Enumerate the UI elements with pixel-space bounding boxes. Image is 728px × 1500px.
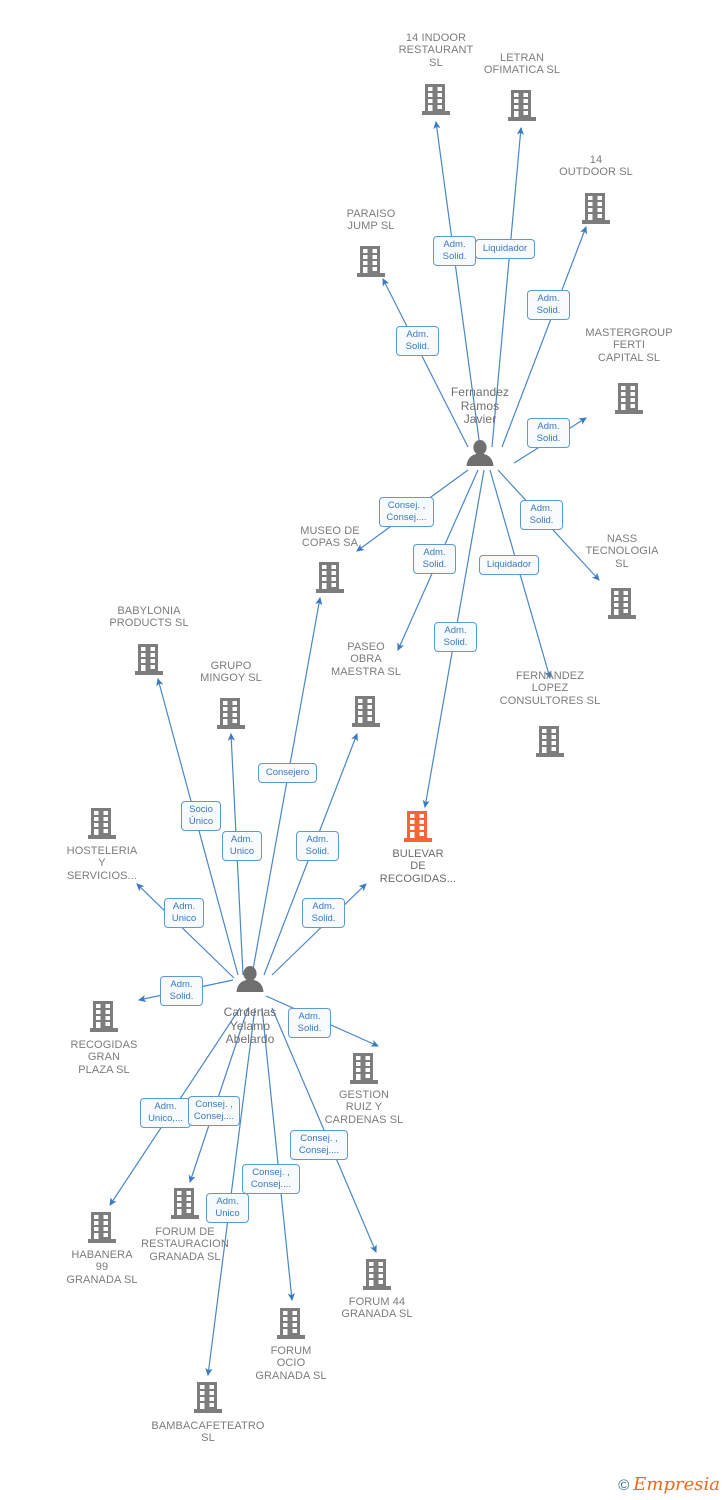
company-node[interactable]: [27, 807, 177, 841]
edge-role-label[interactable]: Adm. Solid.: [396, 326, 439, 356]
edge-role-label[interactable]: Adm. Solid.: [288, 1008, 331, 1038]
edge-role-label[interactable]: Liquidador: [475, 239, 535, 259]
node-label: HABANERA 99 GRANADA SL: [27, 1249, 177, 1286]
building-icon: [216, 1307, 366, 1341]
building-icon: [27, 1211, 177, 1245]
node-label: LETRAN OFIMATICA SL: [447, 52, 597, 77]
node-label: MUSEO DE COPAS SA: [255, 525, 405, 550]
edge-role-label[interactable]: Consej. , Consej....: [379, 497, 434, 527]
node-label-text: BULEVAR DE RECOGIDAS...: [379, 848, 457, 885]
node-label-text: GESTION RUIZ Y CARDENAS SL: [324, 1089, 404, 1126]
edge-role-label[interactable]: Liquidador: [479, 555, 539, 575]
copyright-icon: ©: [618, 1476, 630, 1494]
node-label: PASEO OBRA MAESTRA SL: [291, 641, 441, 678]
building-icon: [547, 587, 697, 621]
edge-role-label[interactable]: Consej. , Consej....: [242, 1164, 300, 1194]
node-label: BULEVAR DE RECOGIDAS...: [343, 848, 493, 885]
node-label-text: 14 OUTDOOR SL: [559, 154, 633, 179]
node-label: HOSTELERIA Y SERVICIOS...: [27, 845, 177, 882]
company-node[interactable]: [289, 1052, 439, 1086]
node-label: RECOGIDAS GRAN PLAZA SL: [29, 1039, 179, 1076]
company-node[interactable]: [343, 810, 493, 844]
edge-role-label[interactable]: Adm. Solid.: [296, 831, 339, 861]
edge-role-label[interactable]: Adm. Unico: [222, 831, 262, 861]
building-icon: [521, 192, 671, 226]
node-label-text: PARAISO JUMP SL: [346, 208, 396, 233]
node-label: NASS TECNOLOGIA SL: [547, 533, 697, 570]
company-node[interactable]: [255, 561, 405, 595]
company-node[interactable]: [291, 695, 441, 729]
building-icon: [156, 697, 306, 731]
building-icon: [289, 1052, 439, 1086]
node-label-text: FERNANDEZ LOPEZ CONSULTORES SL: [499, 670, 601, 707]
node-label-text: MUSEO DE COPAS SA: [300, 525, 360, 550]
edge-role-label[interactable]: Adm. Solid.: [527, 418, 570, 448]
edge-role-label[interactable]: Adm. Solid.: [302, 898, 345, 928]
building-icon: [447, 89, 597, 123]
node-label: 14 OUTDOOR SL: [521, 154, 671, 179]
edge-role-label[interactable]: Adm. Solid.: [433, 236, 476, 266]
node-label-text: HOSTELERIA Y SERVICIOS...: [66, 845, 138, 882]
edge-role-label[interactable]: Adm. Solid.: [160, 976, 203, 1006]
building-icon: [27, 807, 177, 841]
edge-role-label[interactable]: Socio Único: [181, 801, 221, 831]
company-node[interactable]: [29, 1000, 179, 1034]
node-label-text: HABANERA 99 GRANADA SL: [66, 1249, 138, 1286]
building-icon: [296, 245, 446, 279]
node-label: BAMBACAFETEATRO SL: [133, 1420, 283, 1445]
company-node[interactable]: [302, 1258, 452, 1292]
node-label-text: PASEO OBRA MAESTRA SL: [330, 641, 402, 678]
company-node[interactable]: [296, 245, 446, 279]
edge-role-label[interactable]: Adm. Solid.: [434, 622, 477, 652]
company-node[interactable]: [156, 697, 306, 731]
edge-role-label[interactable]: Adm. Solid.: [413, 544, 456, 574]
edge-role-label[interactable]: Consej. , Consej....: [188, 1096, 240, 1126]
company-node[interactable]: [554, 382, 704, 416]
node-label-text: BAMBACAFETEATRO SL: [151, 1420, 265, 1445]
diagram-canvas: 14 INDOOR RESTAURANT SL LETRAN OFIMATICA …: [0, 0, 728, 1500]
building-icon: [475, 725, 625, 759]
building-icon: [29, 1000, 179, 1034]
brand-name: Empresia: [633, 1474, 720, 1495]
node-label: FORUM OCIO GRANADA SL: [216, 1345, 366, 1382]
building-icon: [291, 695, 441, 729]
edge-role-label[interactable]: Adm. Unico: [206, 1193, 249, 1223]
node-label-text: RECOGIDAS GRAN PLAZA SL: [70, 1039, 138, 1076]
company-node[interactable]: [547, 587, 697, 621]
node-label: GESTION RUIZ Y CARDENAS SL: [289, 1089, 439, 1126]
edge-role-label[interactable]: Adm. Unico: [164, 898, 204, 928]
building-icon: [343, 810, 493, 844]
company-node[interactable]: [216, 1307, 366, 1341]
edge-role-label[interactable]: Adm. Solid.: [520, 500, 563, 530]
company-node[interactable]: [133, 1381, 283, 1415]
node-label: GRUPO MINGOY SL: [156, 660, 306, 685]
node-label-text: LETRAN OFIMATICA SL: [483, 52, 561, 77]
edge-role-label[interactable]: Adm. Unico,...: [140, 1098, 191, 1128]
company-node[interactable]: [447, 89, 597, 123]
node-label: BABYLONIA PRODUCTS SL: [74, 605, 224, 630]
company-node[interactable]: [475, 725, 625, 759]
building-icon: [255, 561, 405, 595]
building-icon: [554, 382, 704, 416]
node-label: FERNANDEZ LOPEZ CONSULTORES SL: [475, 670, 625, 707]
edge-role-label[interactable]: Adm. Solid.: [527, 290, 570, 320]
node-label-text: GRUPO MINGOY SL: [200, 660, 262, 685]
company-node[interactable]: [521, 192, 671, 226]
node-label: MASTERGROUP FERTI CAPITAL SL: [554, 327, 704, 364]
node-label-text: NASS TECNOLOGIA SL: [585, 533, 659, 570]
node-label-text: FORUM OCIO GRANADA SL: [255, 1345, 327, 1382]
node-label-text: MASTERGROUP FERTI CAPITAL SL: [585, 327, 673, 364]
node-label-text: BABYLONIA PRODUCTS SL: [109, 605, 189, 630]
edge-role-label[interactable]: Consej. , Consej....: [290, 1130, 348, 1160]
edge-role-label[interactable]: Consejero: [258, 763, 317, 783]
watermark: © Empresia: [618, 1476, 720, 1494]
building-icon: [302, 1258, 452, 1292]
node-label: PARAISO JUMP SL: [296, 208, 446, 233]
company-node[interactable]: [27, 1211, 177, 1245]
edge-p02-to-n19[interactable]: [261, 1007, 295, 1302]
building-icon: [133, 1381, 283, 1415]
